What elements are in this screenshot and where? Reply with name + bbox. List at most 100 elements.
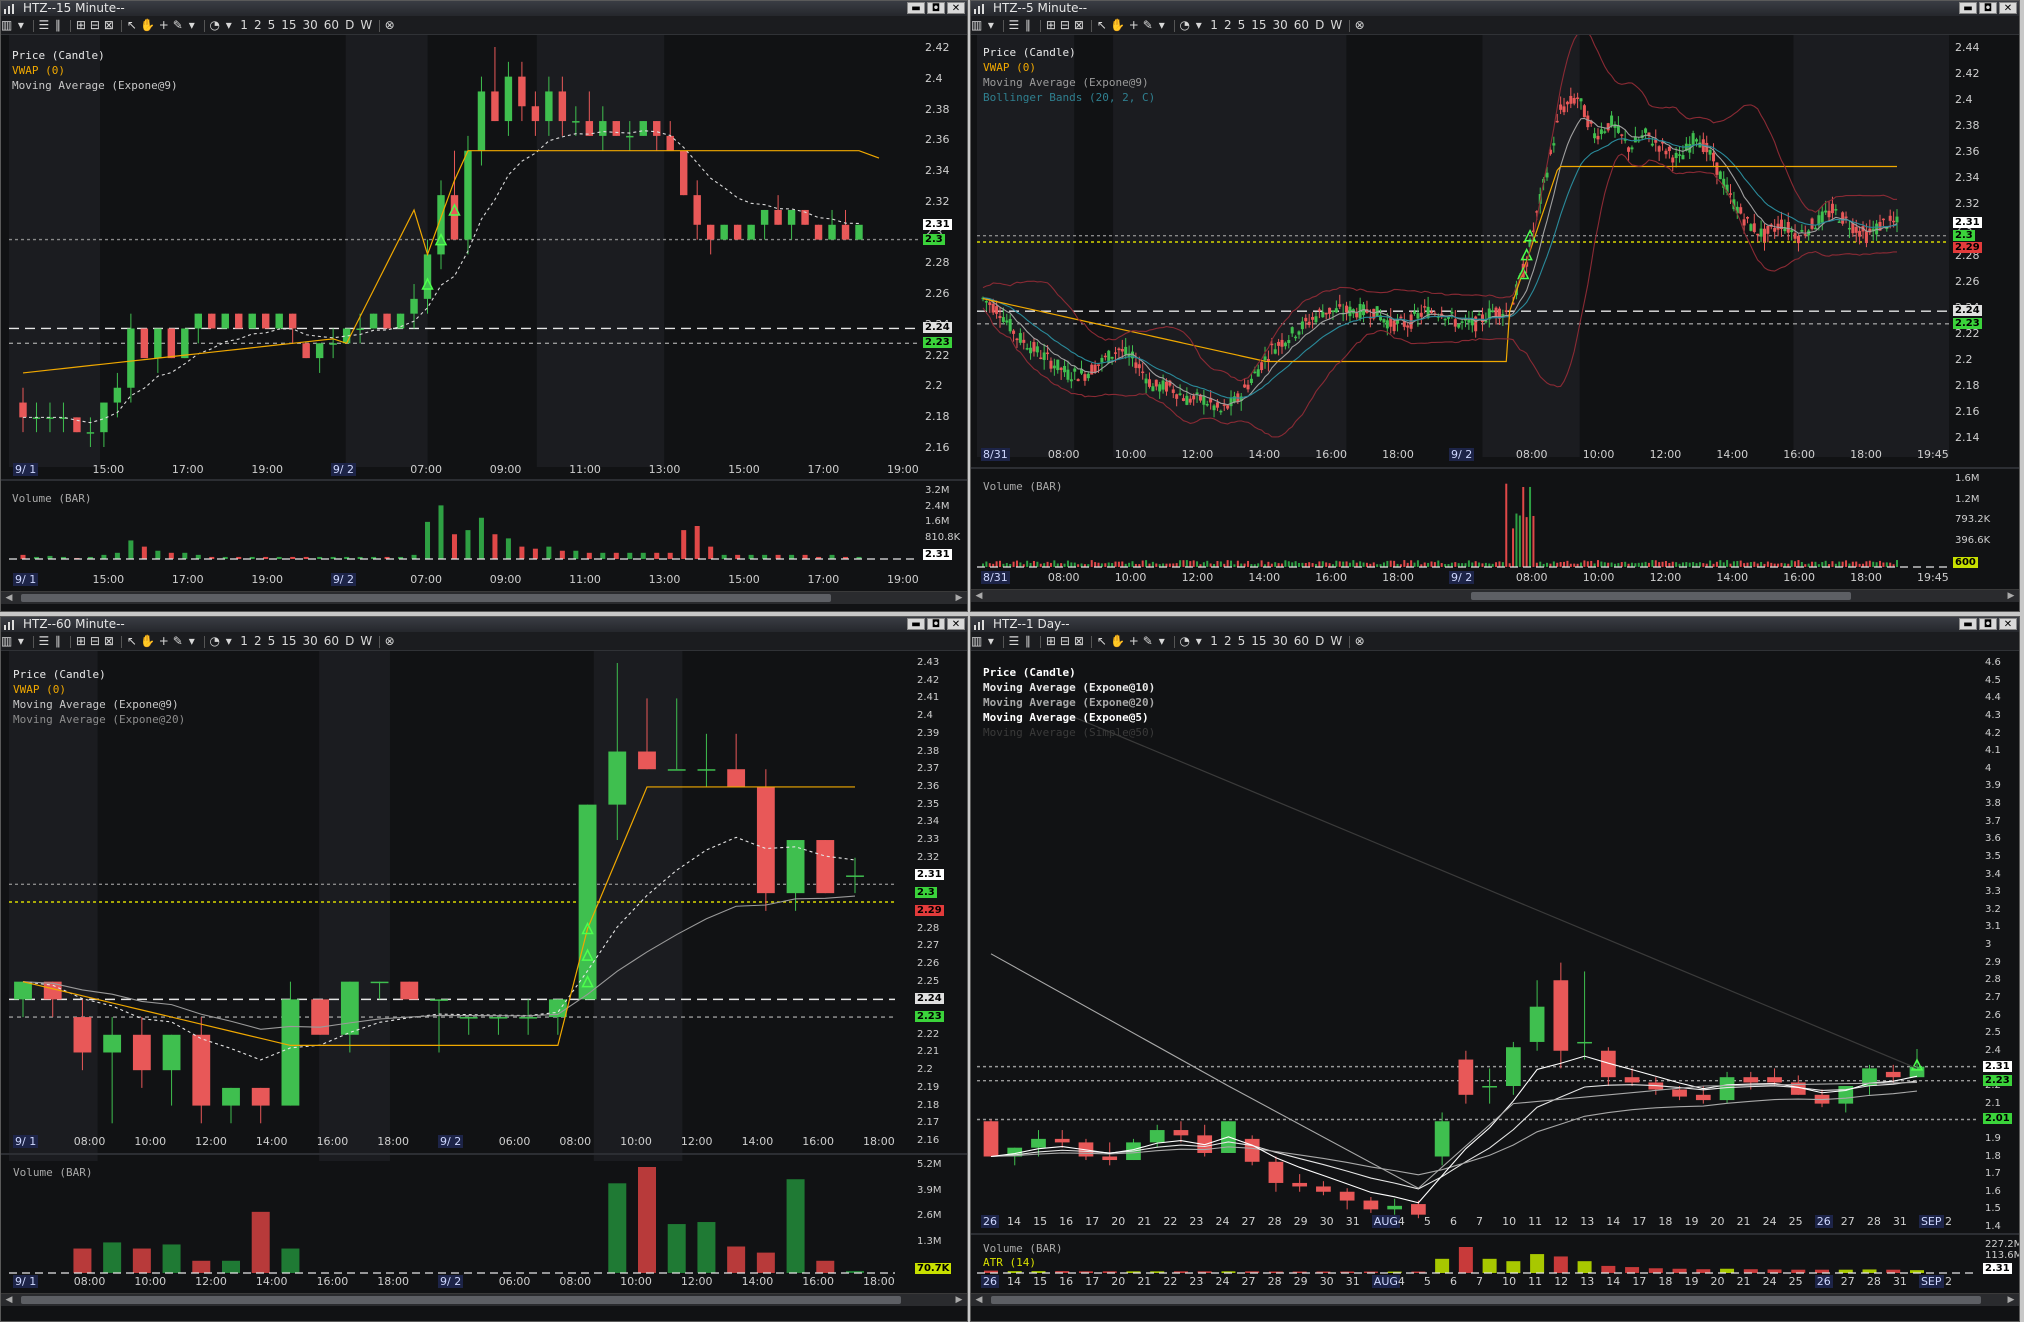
clock-icon[interactable]: ◔	[1179, 16, 1190, 34]
timeframe-w-button[interactable]: W	[360, 632, 372, 650]
divider-icon[interactable]: ∥	[52, 632, 63, 650]
timeframe-d-button[interactable]: D	[1315, 632, 1324, 650]
select-cursor-icon[interactable]: ↖	[1096, 632, 1107, 650]
close-button[interactable]: ✕	[1999, 2, 2017, 14]
timeframe-1-button[interactable]: 1	[240, 16, 248, 34]
dropdown-icon[interactable]: ▾	[1193, 16, 1204, 34]
pencil-icon[interactable]: ✎	[172, 632, 183, 650]
layout-icon[interactable]: ⊞	[75, 632, 86, 650]
chart-window-60min[interactable]: HTZ--60 Minute-- ▬ ◘ ✕ ▥ ▾ ☰ ∥ ⊞ ⊟ ⊠ ↖ ✋ + ✎ ▾ ◔ ▾ 1 2 5…	[0, 616, 968, 1322]
volume-plot-area[interactable]	[977, 471, 1949, 571]
legend-item[interactable]: VWAP (0)	[12, 63, 178, 78]
timeframe-w-button[interactable]: W	[1330, 632, 1342, 650]
minimize-button[interactable]: ▬	[1959, 2, 1977, 14]
resize-icon[interactable]: ⊠	[103, 16, 114, 34]
legend-item[interactable]: Price (Candle)	[983, 665, 1155, 680]
dropdown-icon[interactable]: ▾	[223, 632, 234, 650]
minimize-button[interactable]: ▬	[1959, 618, 1977, 630]
window-titlebar[interactable]: HTZ--15 Minute-- ▬ ◘ ✕	[1, 1, 967, 16]
horizontal-scrollbar[interactable]: ◀ ▶	[1, 591, 967, 604]
dropdown-icon[interactable]: ▾	[223, 16, 234, 34]
volume-plot-area[interactable]	[9, 1157, 895, 1277]
timeframe-60-button[interactable]: 60	[324, 632, 339, 650]
timeframe-30-button[interactable]: 30	[1273, 16, 1288, 34]
price-plot-area[interactable]	[9, 651, 895, 1161]
pane-divider[interactable]	[1, 1153, 967, 1155]
divider-icon[interactable]: ∥	[1022, 16, 1033, 34]
volume-plot-area[interactable]	[9, 483, 919, 563]
legend-item[interactable]: Moving Average (Expone@20)	[983, 695, 1155, 710]
scroll-left-icon[interactable]: ◀	[3, 1294, 15, 1306]
window-titlebar[interactable]: HTZ--5 Minute-- ▬ ◘ ✕	[971, 1, 2019, 16]
maximize-button[interactable]: ◘	[927, 2, 945, 14]
crosshair-icon[interactable]: +	[158, 16, 169, 34]
bars-chart-icon[interactable]: ▥	[1, 16, 12, 34]
timeframe-2-button[interactable]: 2	[254, 632, 262, 650]
list-icon[interactable]: ☰	[1008, 632, 1019, 650]
window-titlebar[interactable]: HTZ--1 Day-- ▬ ◘ ✕	[971, 617, 2019, 632]
close-button[interactable]: ✕	[947, 618, 965, 630]
timeframe-5-button[interactable]: 5	[1238, 632, 1246, 650]
timeframe-15-button[interactable]: 15	[1251, 632, 1266, 650]
layout-icon[interactable]: ⊞	[1045, 16, 1056, 34]
select-cursor-icon[interactable]: ↖	[126, 16, 137, 34]
pencil-icon[interactable]: ✎	[172, 16, 183, 34]
bars-chart-icon[interactable]: ▥	[971, 632, 982, 650]
timeframe-30-button[interactable]: 30	[303, 632, 318, 650]
legend-item[interactable]: Moving Average (Expone@9)	[983, 75, 1155, 90]
price-axis[interactable]: 4.6 4.5 4.4 4.3 4.2 4.1 4 3.9 3.8 3.7 3.6 3.5 3.4 3.3…	[1981, 651, 2019, 1247]
close-button[interactable]: ✕	[947, 2, 965, 14]
close-button[interactable]: ✕	[1999, 618, 2017, 630]
time-axis[interactable]: 9/ 1 08:00 10:00 12:00 14:00 16:00 18:00 9/ 2 06…	[9, 1135, 895, 1151]
horizontal-scrollbar[interactable]: ◀ ▶	[971, 1293, 2019, 1306]
price-plot-area[interactable]	[977, 651, 1977, 1247]
reset-icon[interactable]: ⊗	[384, 632, 395, 650]
timeframe-1-button[interactable]: 1	[1210, 632, 1218, 650]
divider-icon[interactable]: ∥	[1022, 632, 1033, 650]
select-cursor-icon[interactable]: ↖	[1096, 16, 1107, 34]
timeframe-2-button[interactable]: 2	[1224, 632, 1232, 650]
dropdown-icon[interactable]: ▾	[1156, 16, 1167, 34]
price-axis[interactable]: 2.442.422.42.382.362.342.322.32.282.262.…	[1951, 35, 2017, 457]
select-cursor-icon[interactable]: ↖	[126, 632, 137, 650]
time-axis[interactable]: 26 14 15 16 17 20 21 22 23 24 27 28 29 30 31 AUG 4 5 6 7 10 1…	[977, 1215, 1977, 1231]
list-icon[interactable]: ☰	[38, 632, 49, 650]
timeframe-d-button[interactable]: D	[345, 632, 354, 650]
split-icon[interactable]: ⊟	[89, 632, 100, 650]
reset-icon[interactable]: ⊗	[1354, 16, 1365, 34]
resize-icon[interactable]: ⊠	[1073, 632, 1084, 650]
pointer-icon[interactable]: ▾	[15, 632, 26, 650]
crosshair-icon[interactable]: +	[1128, 632, 1139, 650]
dropdown-icon[interactable]: ▾	[1193, 632, 1204, 650]
reset-icon[interactable]: ⊗	[1354, 632, 1365, 650]
timeframe-1-button[interactable]: 1	[240, 632, 248, 650]
reset-icon[interactable]: ⊗	[384, 16, 395, 34]
pencil-icon[interactable]: ✎	[1142, 632, 1153, 650]
scroll-right-icon[interactable]: ▶	[2005, 590, 2017, 602]
volume-axis[interactable]: 1.6M 1.2M 793.2K 396.6K 600	[1951, 471, 2017, 571]
pointer-icon[interactable]: ▾	[985, 16, 996, 34]
divider-icon[interactable]: ∥	[52, 16, 63, 34]
legend-item[interactable]: Moving Average (Expone@10)	[983, 680, 1155, 695]
scroll-left-icon[interactable]: ◀	[973, 590, 985, 602]
scroll-left-icon[interactable]: ◀	[3, 592, 15, 604]
legend-item[interactable]: Price (Candle)	[13, 667, 185, 682]
clock-icon[interactable]: ◔	[209, 16, 220, 34]
timeframe-60-button[interactable]: 60	[1294, 16, 1309, 34]
maximize-button[interactable]: ◘	[927, 618, 945, 630]
maximize-button[interactable]: ◘	[1979, 618, 1997, 630]
legend-item[interactable]: Bollinger Bands (20, 2, C)	[983, 90, 1155, 105]
scroll-right-icon[interactable]: ▶	[2005, 1294, 2017, 1306]
volume-axis[interactable]: 5.2M 3.9M 2.6M 1.3M 70.7K	[913, 1157, 967, 1277]
clock-icon[interactable]: ◔	[1179, 632, 1190, 650]
pointer-icon[interactable]: ▾	[15, 16, 26, 34]
timeframe-60-button[interactable]: 60	[324, 16, 339, 34]
minimize-button[interactable]: ▬	[907, 618, 925, 630]
scroll-left-icon[interactable]: ◀	[973, 1294, 985, 1306]
hand-icon[interactable]: ✋	[140, 16, 155, 34]
timeframe-15-button[interactable]: 15	[281, 632, 296, 650]
scroll-thumb[interactable]	[1471, 592, 1851, 600]
timeframe-15-button[interactable]: 15	[1251, 16, 1266, 34]
legend-item[interactable]: Moving Average (Expone@9)	[12, 78, 178, 93]
scroll-thumb[interactable]	[991, 1296, 1981, 1304]
